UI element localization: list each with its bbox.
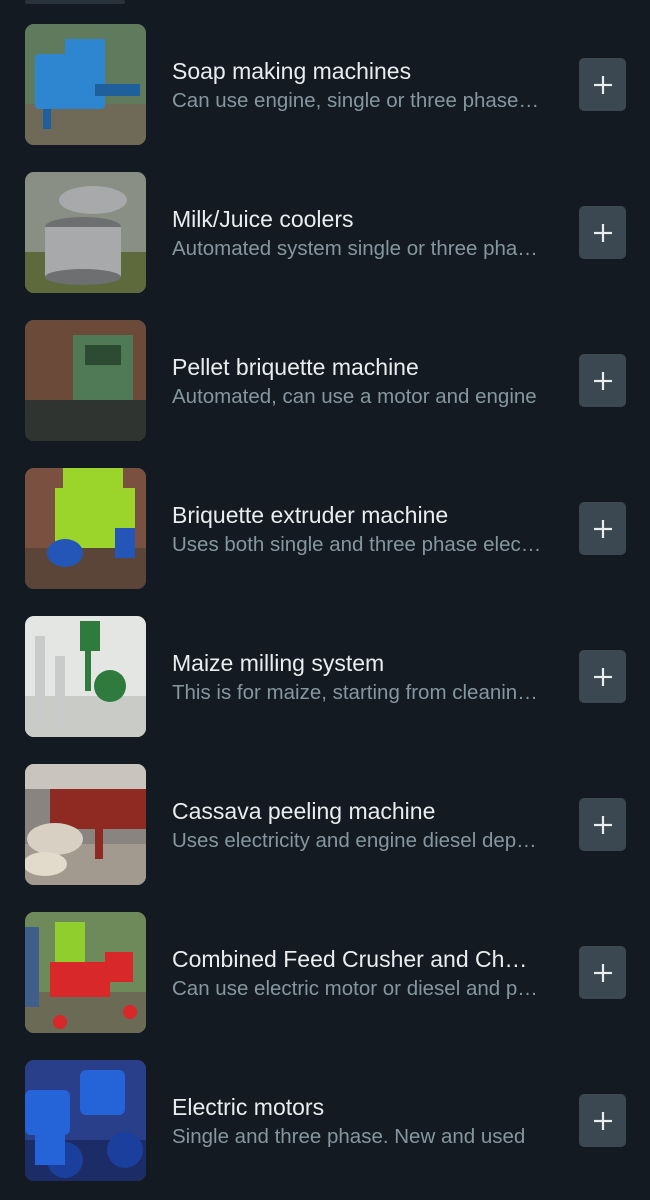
product-title: Combined Feed Crusher and Chaff cutter [172,946,537,972]
product-list-item[interactable]: Maize milling system This is for maize, s… [0,603,650,751]
product-list-item[interactable]: Briquette extruder machine Uses both sing… [0,455,650,603]
product-list[interactable]: Soap making machines Can use engine, sing… [0,11,650,1195]
product-text: Pellet briquette machine Automated, can u… [172,353,552,409]
product-thumbnail[interactable] [25,172,146,293]
plus-icon [593,815,612,834]
product-list-item[interactable]: Cassava peeling machine Uses electricity … [0,751,650,899]
product-thumbnail[interactable] [25,24,146,145]
product-title: Soap making machines [172,58,412,84]
add-to-cart-button[interactable] [579,946,626,999]
scroll-edge-divider [25,0,125,4]
product-list-item[interactable]: Milk/Juice coolers Automated system singl… [0,159,650,307]
product-list-screen: Soap making machines Can use engine, sing… [0,0,650,1200]
product-thumbnail[interactable] [25,912,146,1033]
product-title: Briquette extruder machine [172,502,449,528]
plus-icon [593,223,612,242]
add-to-cart-button[interactable] [579,650,626,703]
product-text: Maize milling system This is for maize, s… [172,649,552,705]
product-description: Can use engine, single or three phase el… [172,89,542,112]
plus-icon [593,371,612,390]
product-list-item[interactable]: Combined Feed Crusher and Chaff cutter Ca… [0,899,650,1047]
product-list-item[interactable]: Pellet briquette machine Automated, can u… [0,307,650,455]
product-description: Can use electric motor or diesel and pet… [172,977,542,1000]
add-to-cart-button[interactable] [579,1094,626,1147]
product-title: Pellet briquette machine [172,354,419,380]
product-title: Cassava peeling machine [172,798,436,824]
product-description: Uses electricity and engine diesel depen… [172,829,542,852]
add-to-cart-button[interactable] [579,354,626,407]
product-description: Automated, can use a motor and engine [172,385,537,408]
add-to-cart-button[interactable] [579,58,626,111]
plus-icon [593,667,612,686]
product-text: Electric motors Single and three phase. N… [172,1093,552,1149]
product-title: Maize milling system [172,650,385,676]
product-text: Milk/Juice coolers Automated system singl… [172,205,552,261]
plus-icon [593,519,612,538]
product-title: Milk/Juice coolers [172,206,354,232]
product-thumbnail[interactable] [25,616,146,737]
plus-icon [593,75,612,94]
plus-icon [593,1111,612,1130]
plus-icon [593,963,612,982]
product-list-item[interactable]: Electric motors Single and three phase. N… [0,1047,650,1195]
add-to-cart-button[interactable] [579,798,626,851]
product-thumbnail[interactable] [25,764,146,885]
product-text: Combined Feed Crusher and Chaff cutter Ca… [172,945,552,1001]
product-thumbnail[interactable] [25,320,146,441]
product-title: Electric motors [172,1094,325,1120]
add-to-cart-button[interactable] [579,502,626,555]
product-text: Briquette extruder machine Uses both sing… [172,501,552,557]
product-description: Uses both single and three phase electri… [172,533,542,556]
product-thumbnail[interactable] [25,468,146,589]
product-text: Cassava peeling machine Uses electricity … [172,797,552,853]
product-list-item[interactable]: Soap making machines Can use engine, sing… [0,11,650,159]
product-description: Automated system single or three phase e… [172,237,542,260]
product-description: This is for maize, starting from cleanin… [172,681,542,704]
product-thumbnail[interactable] [25,1060,146,1181]
product-text: Soap making machines Can use engine, sing… [172,57,552,113]
add-to-cart-button[interactable] [579,206,626,259]
product-description: Single and three phase. New and used [172,1125,526,1148]
